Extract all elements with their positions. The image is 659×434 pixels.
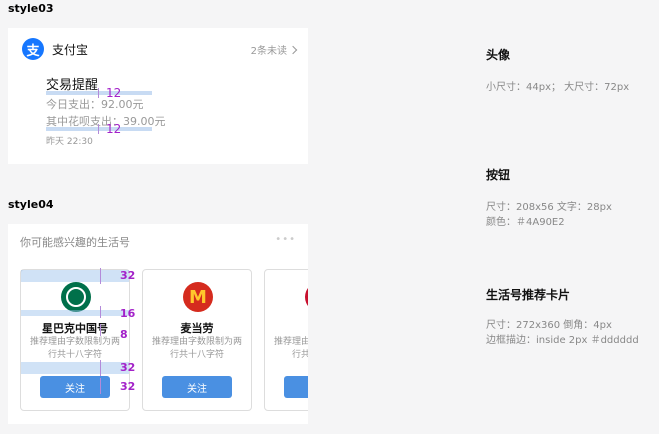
life-account-card[interactable]: 招 推荐理由字数限制为两行共十八字符 关注 (264, 269, 308, 411)
account-name: 星巴克中国号 (42, 322, 108, 335)
spacing-tick (100, 268, 101, 284)
spec-avatar-text: 小尺寸：44px； 大尺寸：72px (486, 82, 630, 93)
app-name: 支付宝 (52, 43, 89, 57)
spacing-measure: 32 (120, 269, 136, 282)
bank-logo-icon (305, 282, 308, 312)
alipay-notification-card[interactable]: 支 支付宝 2条未读 交易提醒 12 今日支出：92.00元 其中花呗支出：39… (8, 28, 308, 164)
spacing-band (21, 362, 129, 374)
spec-button-line1: 尺寸：208x56 文字：28px (486, 202, 612, 213)
spec-avatar-title: 头像 (486, 48, 511, 62)
spacing-measure: 16 (120, 307, 136, 320)
today-spend: 今日支出：92.00元 (46, 98, 144, 111)
unread-label: 2条未读 (250, 46, 287, 57)
style03-label: style03 (8, 2, 54, 15)
spec-card-line1: 尺寸：272x360 倒角：4px (486, 320, 612, 331)
follow-button[interactable]: 关注 (162, 376, 232, 398)
spacing-measure: 8 (120, 328, 128, 341)
spacing-measure: 32 (120, 361, 136, 374)
spec-card-title: 生活号推荐卡片 (486, 288, 571, 302)
unread-count-link[interactable]: 2条未读 (250, 42, 298, 57)
spacing-highlight (46, 91, 152, 95)
spacing-tick (100, 306, 101, 318)
spacing-band (21, 310, 129, 316)
alipay-logo-icon: 支 (22, 38, 44, 60)
spacing-band (21, 270, 129, 282)
spacing-measure: 12 (106, 122, 122, 136)
spacing-tick (100, 378, 101, 394)
life-account-recommend-panel: 你可能感兴趣的生活号 ••• 星巴克中国号 推荐理由字数限制为两行共十八字符 关… (8, 224, 308, 424)
style04-label: style04 (8, 198, 54, 211)
notification-time: 昨天 22:30 (46, 137, 93, 147)
spacing-tick (98, 124, 99, 134)
spacing-tick (100, 360, 101, 376)
chevron-right-icon (288, 45, 298, 54)
account-name: 麦当劳 (180, 322, 214, 335)
spacing-highlight (46, 127, 152, 131)
account-description: 推荐理由字数限制为两行共十八字符 (151, 337, 242, 360)
account-description: 推荐理由字数限制为两行共十八字符 (273, 337, 308, 360)
mcdonalds-logo-icon: M (183, 282, 213, 312)
panel-title: 你可能感兴趣的生活号 (20, 236, 130, 249)
starbucks-logo-icon (61, 282, 91, 312)
life-account-card[interactable]: M 麦当劳 推荐理由字数限制为两行共十八字符 关注 (142, 269, 252, 411)
spacing-tick (100, 324, 101, 336)
spacing-measure: 32 (120, 380, 136, 393)
more-icon[interactable]: ••• (275, 234, 296, 245)
follow-button[interactable]: 关注 (284, 376, 308, 398)
spec-card-line2: 边框描边：inside 2px ＃dddddd (486, 335, 639, 346)
spec-button-title: 按钮 (486, 168, 511, 182)
spec-button-line2: 颜色：＃4A90E2 (486, 217, 565, 228)
life-account-card[interactable]: 星巴克中国号 推荐理由字数限制为两行共十八字符 关注 (20, 269, 130, 411)
account-description: 推荐理由字数限制为两行共十八字符 (29, 337, 120, 360)
account-name: 招 (265, 320, 308, 336)
